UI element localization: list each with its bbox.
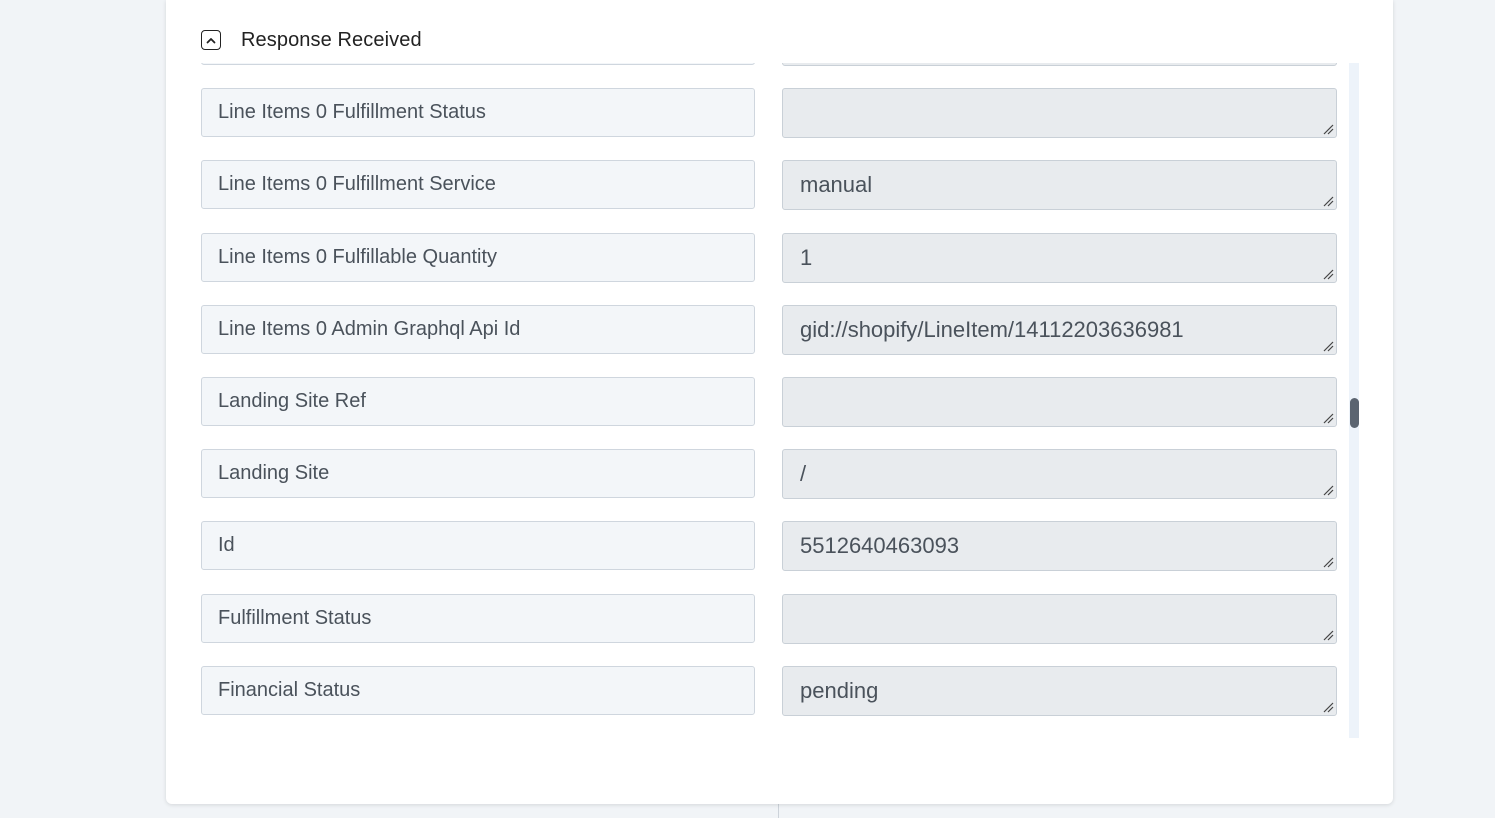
field-value-textarea[interactable]: [782, 376, 1337, 427]
field-key-input[interactable]: Line Items 0 Admin Graphql Api Id: [201, 304, 755, 354]
field-value-textarea[interactable]: [782, 88, 1337, 139]
field-value-text: pending: [800, 677, 879, 703]
resize-handle-icon[interactable]: [1322, 701, 1334, 713]
field-key-input[interactable]: Line Items 0 Fulfillable Quantity: [201, 232, 755, 282]
field-row: Fulfillment Status: [201, 593, 1337, 666]
field-row: Line Items 0 Fulfillment Status: [201, 88, 1337, 160]
chevron-up-icon: [206, 37, 216, 43]
field-value-text: 1: [800, 244, 813, 270]
field-list[interactable]: Line Items 0 Fulfillment Status Line Item…: [201, 63, 1359, 738]
field-row: Line Items 0 Fulfillable Quantity 1: [201, 232, 1337, 305]
field-row: Landing Site /: [201, 449, 1337, 521]
scrollbar-thumb[interactable]: [1350, 398, 1359, 428]
scrollbar-track[interactable]: [1349, 63, 1359, 738]
field-value-textarea[interactable]: [782, 593, 1337, 644]
collapse-button[interactable]: [201, 30, 221, 50]
field-key-input[interactable]: Landing Site: [201, 449, 755, 499]
response-panel: Response Received Line Items 0 Fulfillme…: [166, 0, 1393, 804]
field-value-text: 5512640463093: [800, 533, 960, 559]
field-value-textarea[interactable]: pending: [782, 665, 1337, 716]
resize-handle-icon[interactable]: [1322, 556, 1334, 568]
field-value-textarea[interactable]: [782, 63, 1337, 66]
field-row: Landing Site Ref: [201, 376, 1337, 449]
section-header: Response Received: [201, 26, 422, 54]
field-row: [201, 63, 1337, 88]
field-row: Line Items 0 Admin Graphql Api Id gid://s…: [201, 304, 1337, 377]
resize-handle-icon[interactable]: [1322, 629, 1334, 641]
field-row: Id 5512640463093: [201, 521, 1337, 593]
field-value-text: gid://shopify/LineItem/14112203636981: [800, 316, 1184, 342]
field-value-text: manual: [800, 172, 873, 198]
resize-handle-icon[interactable]: [1322, 123, 1334, 135]
field-value-textarea[interactable]: gid://shopify/LineItem/14112203636981: [782, 304, 1337, 355]
field-key-input[interactable]: Fulfillment Status: [201, 593, 755, 643]
section-title: Response Received: [241, 28, 422, 51]
resize-handle-icon[interactable]: [1322, 195, 1334, 207]
field-value-textarea[interactable]: /: [782, 449, 1337, 500]
resize-handle-icon[interactable]: [1322, 340, 1334, 352]
field-key-input[interactable]: Landing Site Ref: [201, 376, 755, 426]
field-key-input[interactable]: [201, 63, 755, 65]
field-row: Line Items 0 Fulfillment Service manual: [201, 160, 1337, 232]
field-value-textarea[interactable]: 5512640463093: [782, 521, 1337, 572]
resize-handle-icon[interactable]: [1322, 412, 1334, 424]
field-value-textarea[interactable]: 1: [782, 232, 1337, 283]
resize-handle-icon[interactable]: [1322, 484, 1334, 496]
field-key-input[interactable]: Line Items 0 Fulfillment Status: [201, 88, 755, 138]
field-row: Financial Status pending: [201, 665, 1337, 738]
field-value-textarea[interactable]: manual: [782, 160, 1337, 211]
field-value-text: /: [800, 461, 807, 487]
field-key-input[interactable]: Line Items 0 Fulfillment Service: [201, 160, 755, 210]
field-key-input[interactable]: Financial Status: [201, 665, 755, 715]
resize-handle-icon[interactable]: [1322, 268, 1334, 280]
field-key-input[interactable]: Id: [201, 521, 755, 571]
field-rows: Line Items 0 Fulfillment Status Line Item…: [201, 63, 1337, 738]
